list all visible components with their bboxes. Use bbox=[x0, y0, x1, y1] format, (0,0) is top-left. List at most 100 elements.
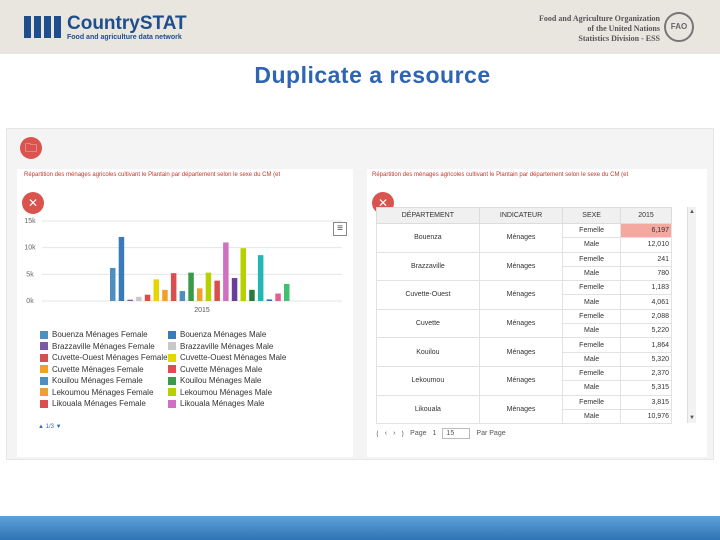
legend-swatch bbox=[168, 376, 176, 385]
legend-label: Lekoumou Ménages Male bbox=[180, 387, 273, 397]
indicator-cell: Ménages bbox=[478, 337, 564, 367]
page-label: Page bbox=[410, 430, 427, 437]
y-tick-label: 0k bbox=[26, 298, 34, 305]
legend-item[interactable]: Brazzaville Ménages Female bbox=[40, 342, 155, 351]
legend-label: Lekoumou Ménages Female bbox=[52, 387, 154, 397]
legend-item[interactable]: Cuvette Ménages Female bbox=[40, 365, 144, 374]
indicator-cell: Ménages bbox=[478, 223, 564, 253]
value-cell: 12,010 bbox=[619, 237, 673, 253]
legend-label: Cuvette Ménages Female bbox=[52, 364, 144, 374]
col-header[interactable]: SEXE bbox=[562, 207, 621, 224]
table-row: Cuvette Ménages Femelle 2,088 bbox=[376, 308, 673, 339]
bar[interactable] bbox=[136, 296, 142, 301]
col-header[interactable]: INDICATEUR bbox=[478, 207, 564, 224]
bar[interactable] bbox=[249, 289, 255, 301]
table-row: Cuvette-Ouest Ménages Femelle 1,183 bbox=[376, 280, 673, 310]
value-cell: 241 bbox=[619, 251, 673, 267]
legend-item[interactable]: Likouala Ménages Male bbox=[168, 399, 265, 408]
dept-cell: Brazzaville bbox=[376, 251, 480, 282]
legend-label: Cuvette-Ouest Ménages Female bbox=[52, 353, 168, 362]
page-number[interactable]: 1 bbox=[433, 430, 437, 437]
bar[interactable] bbox=[231, 278, 238, 301]
chart-heading: Répartition des ménages agricoles cultiv… bbox=[24, 172, 281, 178]
value-cell: 2,370 bbox=[619, 365, 673, 382]
per-page-label: Par Page bbox=[476, 430, 506, 437]
bar[interactable] bbox=[284, 283, 290, 301]
prev-page-icon[interactable]: ‹ bbox=[385, 430, 387, 437]
legend-item[interactable]: Kouilou Ménages Female bbox=[40, 376, 143, 385]
value-cell: 5,220 bbox=[619, 323, 673, 339]
scroll-up-icon[interactable]: ▲ bbox=[689, 209, 695, 215]
bar[interactable] bbox=[110, 267, 116, 301]
first-page-icon[interactable]: ⟨ bbox=[376, 430, 379, 438]
bar[interactable] bbox=[197, 288, 203, 301]
value-cell: 4,061 bbox=[619, 294, 673, 310]
sex-cell: Male bbox=[562, 237, 621, 253]
dept-cell: Lekoumou bbox=[376, 365, 480, 396]
legend-item[interactable]: Cuvette-Ouest Ménages Female bbox=[40, 353, 168, 362]
legend-item[interactable]: Lekoumou Ménages Male bbox=[168, 388, 272, 397]
legend-item[interactable]: Bouenza Ménages Male bbox=[168, 330, 266, 339]
bar[interactable] bbox=[179, 291, 186, 301]
sex-cell: Femelle bbox=[562, 337, 621, 353]
sex-cell: Femelle bbox=[562, 280, 621, 296]
sex-cell: Femelle bbox=[562, 365, 621, 382]
table-row: Brazzaville Ménages Femelle 241 bbox=[376, 251, 673, 282]
legend-item[interactable]: Brazzaville Ménages Male bbox=[168, 342, 273, 351]
sex-cell: Femelle bbox=[562, 222, 621, 239]
legend-item[interactable]: Kouilou Ménages Male bbox=[168, 376, 261, 385]
folder-icon[interactable]: 🗀 bbox=[20, 137, 42, 159]
scroll-down-icon[interactable]: ▼ bbox=[689, 415, 695, 421]
bar[interactable] bbox=[127, 299, 133, 301]
fao-emblem-icon: FAO bbox=[664, 12, 694, 42]
legend-item[interactable]: Lekoumou Ménages Female bbox=[40, 388, 153, 397]
table-pager: ⟨ ‹ › ⟩ Page 1 15 Par Page bbox=[376, 428, 506, 439]
legend-swatch bbox=[168, 365, 176, 373]
dept-cell: Cuvette bbox=[376, 308, 480, 339]
bar[interactable] bbox=[188, 272, 194, 301]
legend-item[interactable]: Cuvette Ménages Male bbox=[168, 365, 262, 374]
table-row: Kouilou Ménages Femelle 1,864 bbox=[376, 337, 673, 367]
indicator-cell: Ménages bbox=[478, 308, 564, 339]
bar[interactable] bbox=[240, 248, 247, 301]
col-header[interactable]: DÉPARTEMENT bbox=[376, 207, 480, 224]
legend-pager[interactable]: ▲ 1/3 ▼ bbox=[38, 424, 62, 430]
per-page-select[interactable]: 15 bbox=[442, 428, 471, 439]
dept-cell: Kouilou bbox=[376, 337, 480, 367]
sex-cell: Male bbox=[562, 408, 621, 425]
tools-icon[interactable]: ✕ bbox=[22, 192, 44, 214]
bar[interactable] bbox=[118, 236, 125, 301]
sex-cell: Male bbox=[562, 323, 621, 339]
bar[interactable] bbox=[275, 293, 281, 301]
legend-item[interactable]: Bouenza Ménages Female bbox=[40, 330, 148, 339]
last-page-icon[interactable]: ⟩ bbox=[401, 430, 404, 438]
bar[interactable] bbox=[162, 289, 168, 301]
col-header[interactable]: 2015 bbox=[619, 207, 673, 224]
legend-swatch bbox=[40, 388, 48, 396]
bar[interactable] bbox=[205, 272, 212, 301]
legend-item[interactable]: Likouala Ménages Female bbox=[40, 399, 146, 408]
sex-cell: Male bbox=[562, 265, 621, 282]
bar[interactable] bbox=[170, 273, 177, 301]
site-header: CountrySTAT Food and agriculture data ne… bbox=[0, 0, 720, 54]
value-cell: 780 bbox=[619, 265, 673, 282]
legend-swatch bbox=[168, 353, 176, 362]
bar[interactable] bbox=[266, 299, 273, 301]
legend-item[interactable]: Cuvette-Ouest Ménages Male bbox=[168, 353, 286, 362]
value-cell: 5,315 bbox=[619, 380, 673, 396]
next-page-icon[interactable]: › bbox=[393, 430, 395, 437]
sex-cell: Femelle bbox=[562, 251, 621, 267]
bar-chart: 15k 10k 5k 0k 2015 bbox=[24, 218, 342, 313]
dept-cell: Likouala bbox=[376, 394, 480, 425]
legend-swatch bbox=[168, 330, 176, 339]
bar[interactable] bbox=[144, 294, 151, 301]
bar[interactable] bbox=[257, 255, 264, 301]
table-scrollbar[interactable]: ▲ ▼ bbox=[687, 207, 696, 423]
table-row: Bouenza Ménages Femelle 6,197 bbox=[376, 222, 673, 253]
bar[interactable] bbox=[214, 280, 220, 301]
footer-bar bbox=[0, 516, 720, 540]
brand-tagline: Food and agriculture data network bbox=[67, 34, 182, 41]
bar[interactable] bbox=[223, 242, 229, 301]
bar[interactable] bbox=[153, 279, 160, 301]
value-cell: 10,976 bbox=[619, 408, 673, 425]
